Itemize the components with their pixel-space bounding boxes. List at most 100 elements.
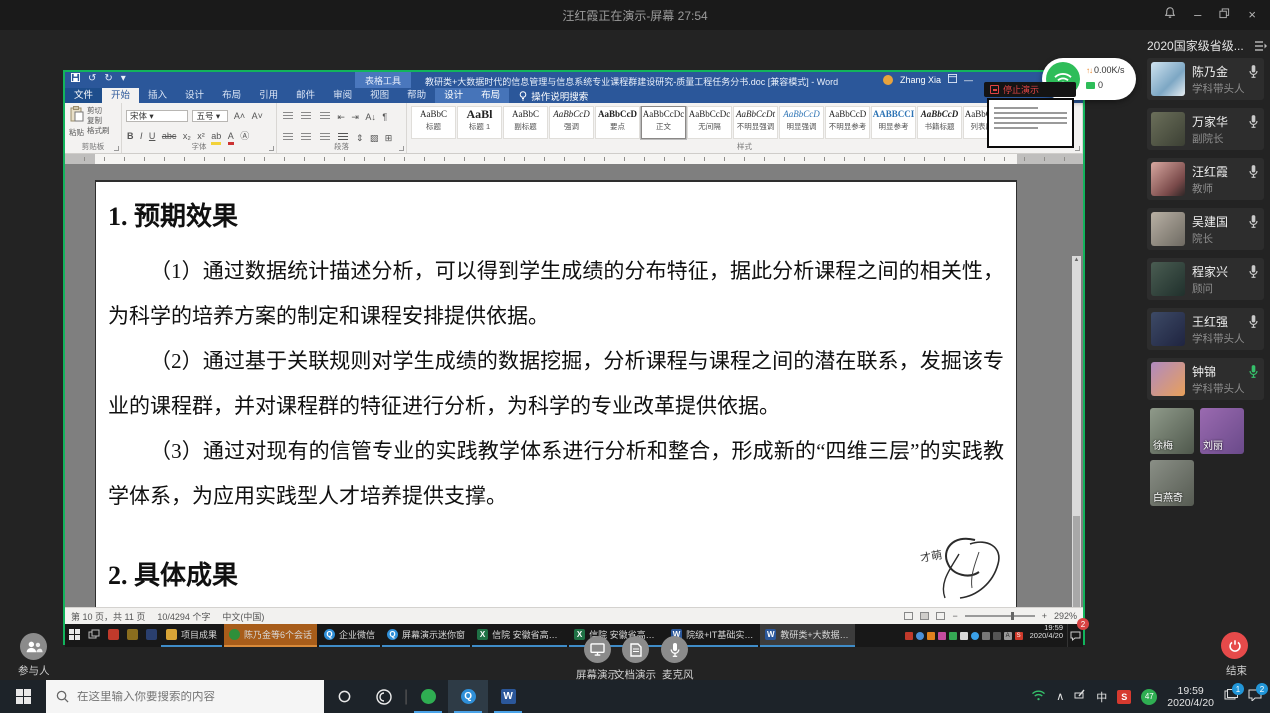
cortana-icon[interactable] <box>324 680 364 713</box>
volume-icon[interactable] <box>993 632 1001 640</box>
scroll-up-icon[interactable]: ▲ <box>1072 256 1081 265</box>
tell-me-search[interactable]: 操作说明搜索 <box>519 88 588 103</box>
mic-button[interactable] <box>661 636 688 663</box>
style-item[interactable]: AaBbCcD不明显参考 <box>825 106 870 139</box>
action-center-icon[interactable]: 2 <box>1248 689 1262 704</box>
horizontal-ruler[interactable] <box>65 154 1083 164</box>
sogou-icon[interactable]: S <box>1117 690 1131 704</box>
style-item[interactable]: AaBbC副标题 <box>503 106 548 139</box>
font-size-select[interactable]: 五号 ▾ <box>192 110 228 122</box>
redo-icon[interactable]: ↻ <box>104 73 112 85</box>
presenter-start-button[interactable] <box>65 624 84 647</box>
read-mode-icon[interactable] <box>904 612 913 620</box>
participant-card[interactable]: 汪红霞 教师 <box>1147 158 1264 200</box>
tab-help[interactable]: 帮助 <box>398 88 435 103</box>
close-icon[interactable]: × <box>1248 7 1256 23</box>
multilevel-list-icon[interactable] <box>320 112 330 120</box>
tray-icon[interactable] <box>916 632 924 640</box>
taskbar-item-project[interactable]: 项目成果 <box>161 624 222 647</box>
justify-icon[interactable] <box>338 133 348 141</box>
share-mini-preview[interactable] <box>987 98 1074 148</box>
tray-expand-icon[interactable]: ∧ <box>1056 690 1064 703</box>
numbered-list-icon[interactable] <box>301 112 311 120</box>
style-item[interactable]: AaBl标题 1 <box>457 106 502 139</box>
participant-card[interactable]: 万家华 副院长 <box>1147 108 1264 150</box>
style-item[interactable]: AaBbCcD要点 <box>595 106 640 139</box>
ime-icon[interactable]: A <box>1004 632 1012 640</box>
search-input[interactable] <box>77 691 297 703</box>
language-status[interactable]: 中文(中国) <box>222 610 264 623</box>
presenter-clock[interactable]: 19:59 2020/4/20 <box>1026 624 1067 647</box>
undo-icon[interactable]: ↺ <box>88 73 96 85</box>
restore-icon[interactable] <box>1219 7 1230 23</box>
tray-icon[interactable] <box>905 632 913 640</box>
zoom-out-icon[interactable]: − <box>952 611 957 621</box>
pinned-app-red-icon[interactable] <box>104 624 123 647</box>
grow-font-icon[interactable]: A˄ <box>234 110 245 122</box>
tab-table-layout[interactable]: 布局 <box>472 88 509 103</box>
style-item[interactable]: AaBbCcDt不明显强调 <box>733 106 778 139</box>
zoom-level[interactable]: 292% <box>1054 611 1077 621</box>
format-painter-button[interactable]: 格式刷 <box>87 126 110 136</box>
word-app-icon[interactable]: W <box>488 680 528 713</box>
taskbar-item-wecom[interactable]: Q 企业微信 <box>319 624 380 647</box>
font-dialog-launcher-icon[interactable] <box>269 146 274 151</box>
green-app-icon[interactable] <box>408 680 448 713</box>
shrink-font-icon[interactable]: A˅ <box>252 110 263 122</box>
taskbar-item-excel-1[interactable]: X 信院 安徽省高等… <box>472 624 567 647</box>
increase-indent-icon[interactable]: ⇥ <box>351 111 359 123</box>
align-center-icon[interactable] <box>301 133 311 141</box>
copy-button[interactable]: 复制 <box>87 116 110 126</box>
page-info[interactable]: 第 10 页，共 11 页 <box>71 610 145 623</box>
zoom-slider[interactable] <box>965 615 1035 617</box>
save-icon[interactable] <box>71 73 80 85</box>
align-left-icon[interactable] <box>283 133 293 141</box>
scrollbar-thumb[interactable] <box>1073 516 1080 607</box>
font-family-select[interactable]: 宋体 ▾ <box>126 110 188 122</box>
word-count[interactable]: 10/4294 个字 <box>157 610 210 623</box>
ribbon-options-icon[interactable] <box>948 74 957 85</box>
clipboard-dialog-launcher-icon[interactable] <box>114 146 119 151</box>
tab-mailings[interactable]: 邮件 <box>287 88 324 103</box>
end-meeting-button[interactable] <box>1221 632 1248 659</box>
style-item-selected[interactable]: AaBbCcDc正文 <box>641 106 686 139</box>
paste-button[interactable]: 粘贴 <box>69 106 84 138</box>
align-right-icon[interactable] <box>320 133 330 141</box>
style-item[interactable]: AaBbCcD明显强调 <box>779 106 824 139</box>
print-layout-icon[interactable] <box>920 612 929 620</box>
sort-icon[interactable]: A↓ <box>365 111 376 123</box>
pinned-app-blue-icon[interactable] <box>142 624 161 647</box>
style-item[interactable]: AABBCCI明显参考 <box>871 106 916 139</box>
minimize-icon[interactable]: – <box>1194 7 1201 23</box>
sogou-icon[interactable]: S <box>1015 632 1023 640</box>
participant-tile[interactable]: 刘丽 <box>1200 408 1244 454</box>
tab-file[interactable]: 文件 <box>65 88 102 103</box>
styles-dialog-launcher-icon[interactable] <box>1075 146 1080 151</box>
lock-icon[interactable] <box>960 632 968 640</box>
taskbar-item-excel-2[interactable]: X 信院 安徽省高等… <box>569 624 664 647</box>
decrease-indent-icon[interactable]: ⇤ <box>337 111 345 123</box>
collapse-panel-icon[interactable] <box>1254 39 1268 57</box>
qat-more-icon[interactable]: ▾ <box>121 73 126 85</box>
user-name[interactable]: Zhang Xia <box>900 75 941 85</box>
security-score-icon[interactable]: 47 <box>1141 689 1157 705</box>
cut-button[interactable]: 剪切 <box>87 106 110 116</box>
tray-icon[interactable] <box>927 632 935 640</box>
bluetooth-icon[interactable] <box>971 632 979 640</box>
pin-icon[interactable] <box>1164 6 1176 23</box>
participant-tile[interactable]: 白燕奇 <box>1150 460 1194 506</box>
start-button[interactable] <box>0 680 46 713</box>
taskbar-item-word-active[interactable]: W 教研类+大数据时… <box>760 624 855 647</box>
style-item[interactable]: AaBbCcD强调 <box>549 106 594 139</box>
network-icon[interactable] <box>982 632 990 640</box>
participant-card[interactable]: 钟锦 学科带头人 <box>1147 358 1264 400</box>
bullet-list-icon[interactable] <box>283 112 293 120</box>
vertical-scrollbar[interactable]: ▲ ▼ <box>1072 256 1081 607</box>
participant-card[interactable]: 吴建国 院长 <box>1147 208 1264 250</box>
tray-pen-icon[interactable] <box>1074 689 1086 704</box>
taskbar-item-mini-window[interactable]: Q 屏幕演示迷你窗 <box>382 624 470 647</box>
word-minimize-icon[interactable]: — <box>964 75 973 85</box>
zoom-in-icon[interactable]: + <box>1042 611 1047 621</box>
tab-references[interactable]: 引用 <box>250 88 287 103</box>
tab-layout[interactable]: 布局 <box>213 88 250 103</box>
